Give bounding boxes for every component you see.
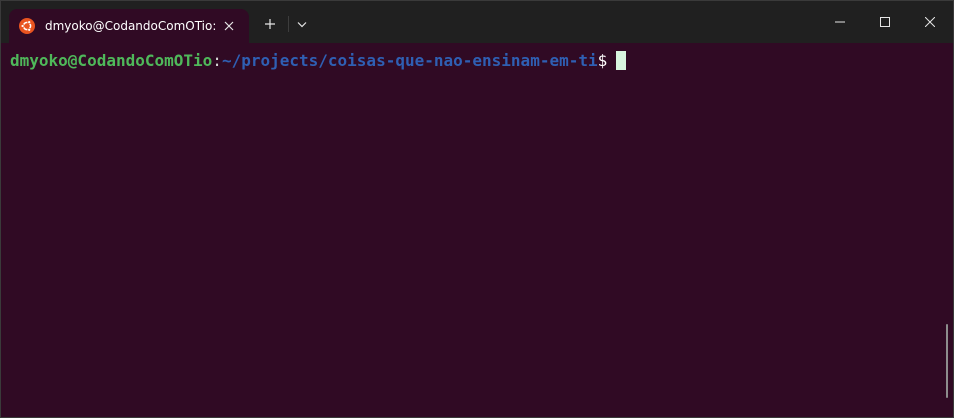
text-cursor	[616, 51, 627, 70]
chevron-down-icon[interactable]	[292, 14, 312, 34]
prompt-symbol: $	[597, 51, 608, 70]
prompt-path: ~/projects/coisas-que-nao-ensinam-em-ti	[221, 51, 598, 70]
minimize-button[interactable]	[817, 1, 863, 43]
close-icon[interactable]	[221, 18, 237, 34]
minimize-icon	[835, 21, 845, 23]
title-bar[interactable]: dmyoko@CodandoComOTio:	[1, 1, 953, 43]
tab-title: dmyoko@CodandoComOTio:	[45, 19, 217, 33]
close-window-button[interactable]	[907, 1, 953, 43]
terminal-output[interactable]: dmyoko@CodandoComOTio:~/projects/coisas-…	[1, 43, 941, 417]
tab-terminal[interactable]: dmyoko@CodandoComOTio:	[9, 9, 249, 43]
terminal-window: dmyoko@CodandoComOTio: dmyoko@CodandoCom…	[0, 0, 954, 418]
plus-icon[interactable]	[260, 14, 280, 34]
tab-divider	[288, 16, 289, 32]
maximize-icon	[880, 17, 890, 27]
maximize-button[interactable]	[862, 1, 908, 43]
scrollbar-thumb[interactable]	[946, 324, 948, 398]
prompt-line: dmyoko@CodandoComOTio:~/projects/coisas-…	[10, 51, 627, 71]
prompt-user-host: dmyoko@CodandoComOTio	[10, 51, 213, 70]
ubuntu-logo-icon	[19, 18, 35, 34]
prompt-separator: :	[212, 51, 222, 70]
close-icon	[925, 17, 935, 27]
